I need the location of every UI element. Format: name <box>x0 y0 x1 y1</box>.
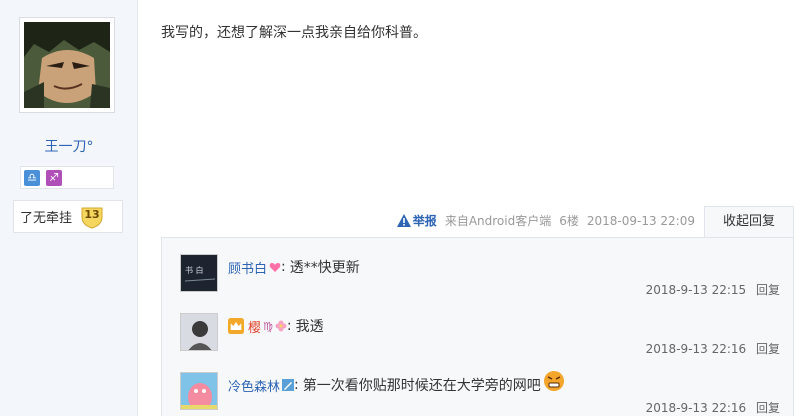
reply-time: 2018-9-13 22:16 <box>645 401 747 415</box>
reply-avatar[interactable]: 书 白 <box>180 254 218 292</box>
reply-separator: : <box>294 377 299 393</box>
reply-avatar[interactable] <box>180 372 218 410</box>
reply-button[interactable]: 回复 <box>756 401 780 415</box>
reply-button[interactable]: 回复 <box>756 283 780 297</box>
reply-separator: : <box>281 259 286 275</box>
report-link[interactable]: 举报 <box>396 212 437 229</box>
collapse-replies-button[interactable]: 收起回复 <box>704 206 794 238</box>
post-time: 2018-09-13 22:09 <box>586 213 695 228</box>
reply-separator: : <box>286 318 292 334</box>
warning-icon <box>396 214 411 227</box>
svg-text:书 白: 书 白 <box>185 265 204 275</box>
libra-sign-icon[interactable]: ♎ <box>24 170 40 186</box>
reply-username[interactable]: 冷色森林 <box>228 376 280 395</box>
level-badge[interactable]: 了无牵挂 13 <box>13 200 123 233</box>
reply-time: 2018-9-13 22:16 <box>645 342 747 356</box>
reply-line: 冷色森林 : 第一次看你贴那时候还在大学旁的网吧 <box>228 371 565 395</box>
reply-meta: 2018-9-13 22:16 回复 <box>646 399 780 416</box>
sign-badges: ♎ ♐ <box>20 166 114 189</box>
reply-line: 顾书白 : 透**快更新 <box>228 257 360 277</box>
report-label: 举报 <box>412 214 437 228</box>
reply-panel: 书 白 顾书白 : 透**快更新 2018-9-13 22:15 回复 樱 ♍ … <box>161 237 794 416</box>
reply-username[interactable]: 顾书白 <box>228 258 267 277</box>
virgo-icon: ♍ <box>263 319 273 333</box>
pencil-icon <box>282 379 295 391</box>
reply-meta: 2018-9-13 22:16 回复 <box>646 340 780 357</box>
author-sidebar: 王一刀° ♎ ♐ 了无牵挂 13 <box>0 0 138 416</box>
post-content: 我写的，还想了解深一点我亲自给你科普。 <box>161 25 427 41</box>
sagittarius-sign-icon[interactable]: ♐ <box>46 170 62 186</box>
post-tail: 举报 来自Android客户端 6楼 2018-09-13 22:09 <box>396 212 695 229</box>
reply-username[interactable]: 樱 <box>248 317 261 336</box>
avatar-image <box>24 22 110 108</box>
level-title: 了无牵挂 <box>20 211 73 226</box>
vip-crown-icon <box>228 318 244 334</box>
post-source: 来自Android客户端 <box>444 214 552 228</box>
reply-time: 2018-9-13 22:15 <box>645 283 747 297</box>
reply-text: 我透 <box>295 319 324 335</box>
author-avatar[interactable] <box>19 17 115 113</box>
heart-icon <box>269 263 281 272</box>
reply-text: 第一次看你贴那时候还在大学旁的网吧 <box>302 378 541 394</box>
reply-text: 透**快更新 <box>289 260 360 276</box>
flower-icon <box>275 320 287 332</box>
level-number: 13 <box>84 207 100 221</box>
post-floor: 6楼 <box>559 214 579 228</box>
angry-emoji-icon <box>543 371 564 391</box>
reply-line: 樱 ♍ : 我透 <box>228 316 324 336</box>
reply-button[interactable]: 回复 <box>756 342 780 356</box>
author-name[interactable]: 王一刀° <box>0 136 138 156</box>
reply-avatar[interactable] <box>180 313 218 351</box>
level-shield-icon: 13 <box>80 205 104 229</box>
reply-meta: 2018-9-13 22:15 回复 <box>646 281 780 298</box>
